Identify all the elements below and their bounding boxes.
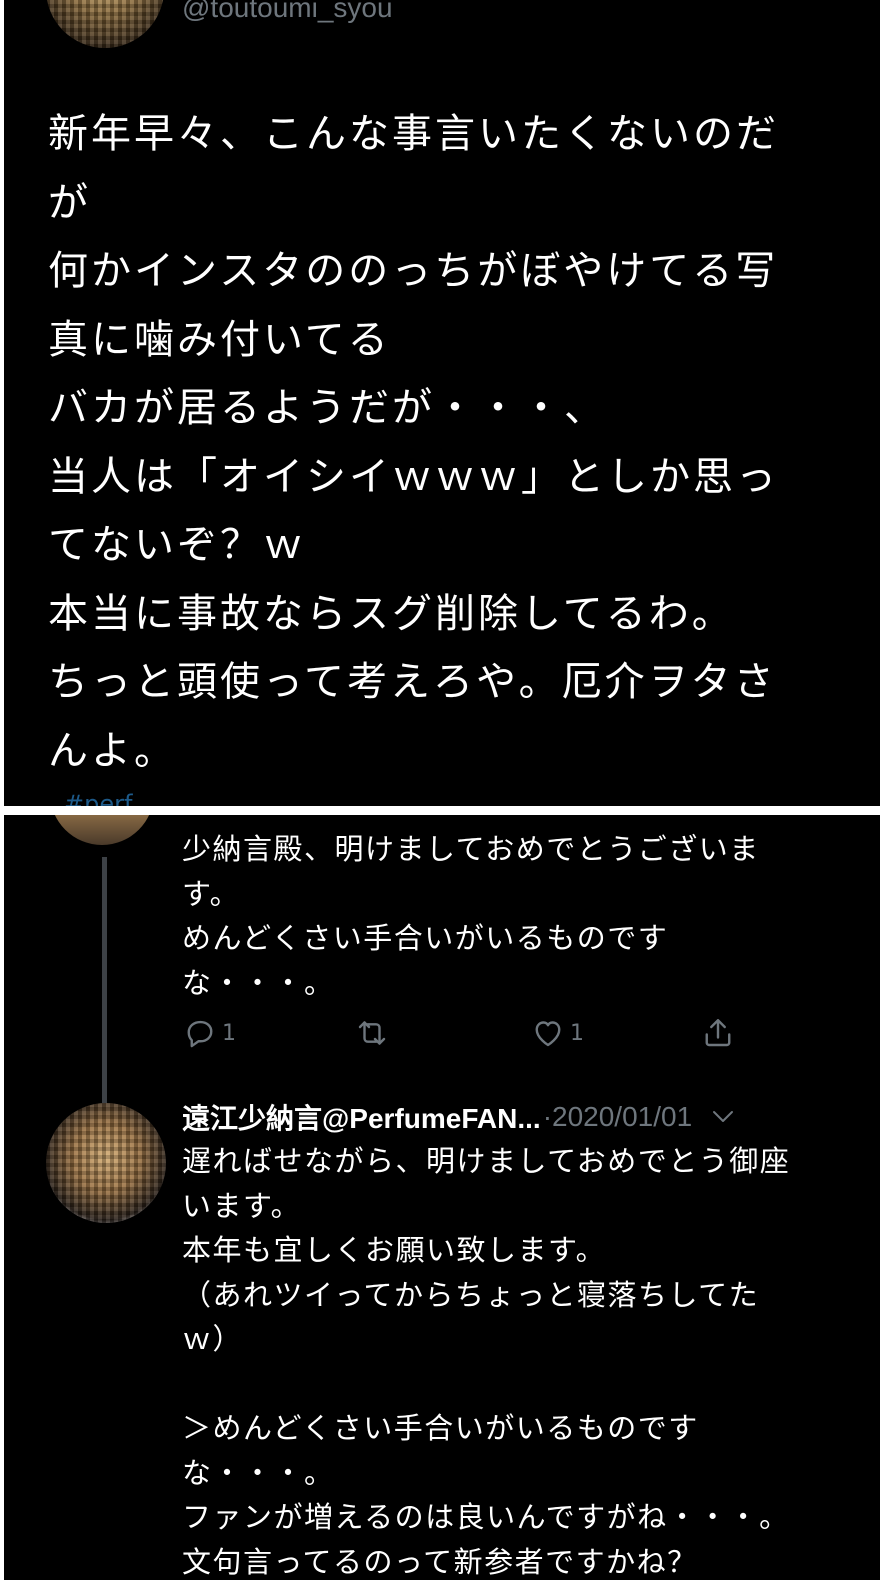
reply-button[interactable]: 1 (182, 1015, 236, 1051)
top-tweet-panel: @toutoumi_syou 新年早々、こんな事言いたくないのだ が 何かインス… (4, 0, 880, 806)
reply2-avatar[interactable] (46, 1103, 166, 1223)
comment-icon (187, 1020, 213, 1048)
hashtag-link[interactable]: #perf (64, 790, 132, 806)
retweet-icon (358, 1021, 386, 1045)
like-button[interactable]: 1 (530, 1015, 584, 1051)
share-icon (705, 1019, 731, 1047)
reply1-avatar[interactable] (50, 815, 154, 845)
reply-thread-panel: 少納言殿、明けましておめでとうございま す。 めんどくさい手合いがいるものです … (4, 815, 880, 1580)
share-button[interactable] (700, 1015, 736, 1051)
reply2-header: 遠江少納言@PerfumeFAN... ·2020/01/01 (182, 1095, 852, 1139)
heart-icon (535, 1021, 561, 1047)
retweet-button[interactable] (354, 1015, 390, 1051)
reply-count: 1 (222, 1020, 236, 1046)
reply2-date[interactable]: ·2020/01/01 (543, 1101, 692, 1133)
reply2-author-name[interactable]: 遠江少納言@PerfumeFAN... (182, 1097, 541, 1137)
tweet-text: 新年早々、こんな事言いたくないのだ が 何かインスタののっちがぼやけてる写 真に… (48, 111, 779, 774)
reply2-text: 遅ればせながら、明けましておめでとう御座 います。 本年も宜しくお願い致します。… (182, 1144, 791, 1579)
thread-line (102, 857, 107, 1105)
chevron-down-icon[interactable] (712, 1104, 734, 1130)
author-avatar[interactable] (46, 0, 164, 48)
like-count: 1 (570, 1020, 584, 1046)
author-handle[interactable]: @toutoumi_syou (182, 0, 393, 24)
reply1-actions: 1 1 (182, 1015, 742, 1055)
reply1-text: 少納言殿、明けましておめでとうございま す。 めんどくさい手合いがいるものです … (182, 832, 760, 1000)
